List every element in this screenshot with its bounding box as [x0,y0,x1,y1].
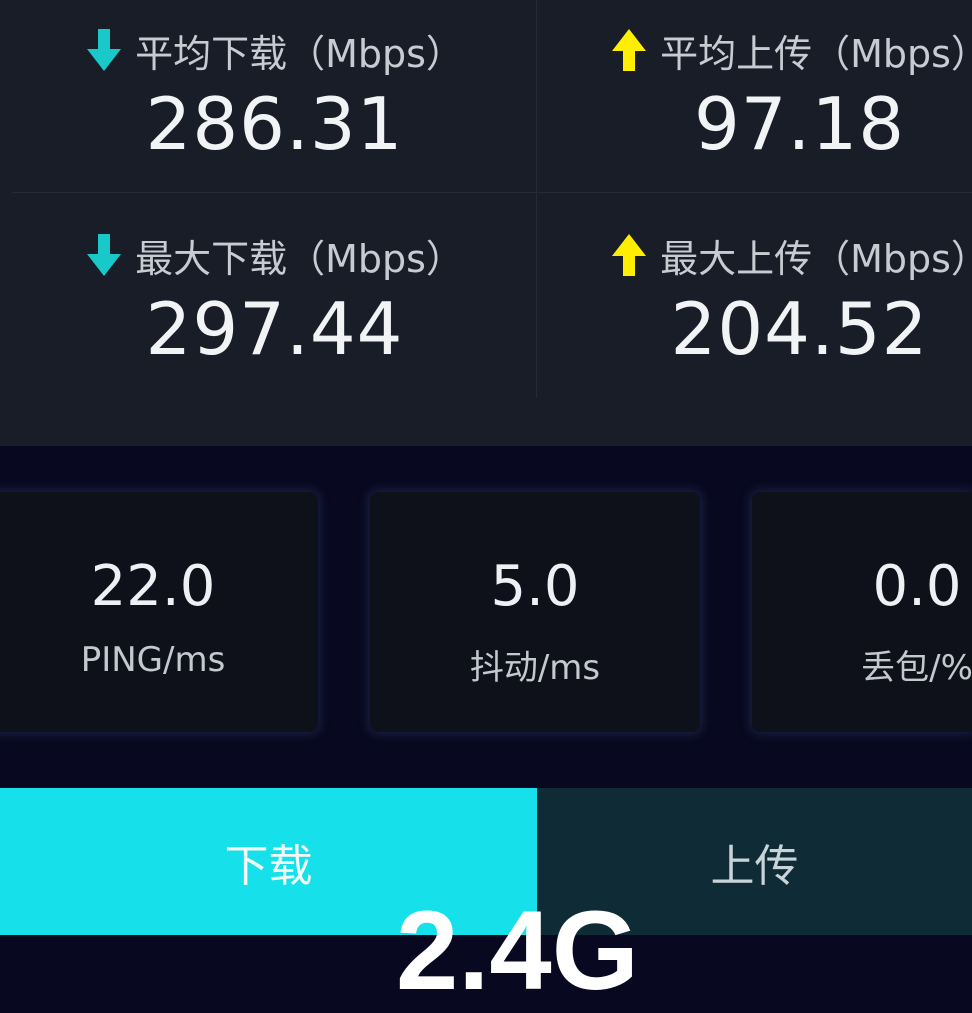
jitter-label: 抖动/ms [469,648,601,688]
avg-download-header: 平均下载（Mbps） [12,24,537,76]
avg-upload-stat: 平均上传（Mbps） 97.18 [537,0,972,190]
speed-stats-panel: 平均下载（Mbps） 286.31 平均上传（Mbps） 97.18 最大下载（… [0,0,972,446]
max-upload-label: 最大上传（Mbps） [660,236,972,281]
packet-loss-value: 0.0 [872,554,962,619]
avg-download-label: 平均下载（Mbps） [135,31,464,76]
max-download-header: 最大下载（Mbps） [12,229,537,281]
max-upload-stat: 最大上传（Mbps） 204.52 [537,205,972,395]
max-download-stat: 最大下载（Mbps） 297.44 [12,205,537,395]
ping-value: 22.0 [90,554,216,619]
max-download-label: 最大下载（Mbps） [135,236,464,281]
max-upload-header: 最大上传（Mbps） [537,229,972,281]
avg-upload-label: 平均上传（Mbps） [660,31,972,76]
max-download-value: 297.44 [145,287,404,371]
avg-upload-header: 平均上传（Mbps） [537,24,972,76]
wifi-band-label: 2.4G [396,888,639,1013]
ping-card: 22.0 PING/ms [0,492,318,732]
jitter-value: 5.0 [490,554,580,619]
download-arrow-icon [87,234,122,276]
stats-divider-horizontal [12,192,972,193]
avg-download-value: 286.31 [145,82,404,166]
upload-arrow-icon [612,234,647,276]
packet-loss-card: 0.0 丢包/% [752,492,972,732]
download-arrow-icon [87,29,122,71]
max-upload-value: 204.52 [670,287,929,371]
upload-arrow-icon [612,29,647,71]
ping-label: PING/ms [80,640,226,680]
jitter-card: 5.0 抖动/ms [370,492,700,732]
avg-upload-value: 97.18 [693,82,906,166]
avg-download-stat: 平均下载（Mbps） 286.31 [12,0,537,190]
packet-loss-label: 丢包/% [861,648,972,688]
